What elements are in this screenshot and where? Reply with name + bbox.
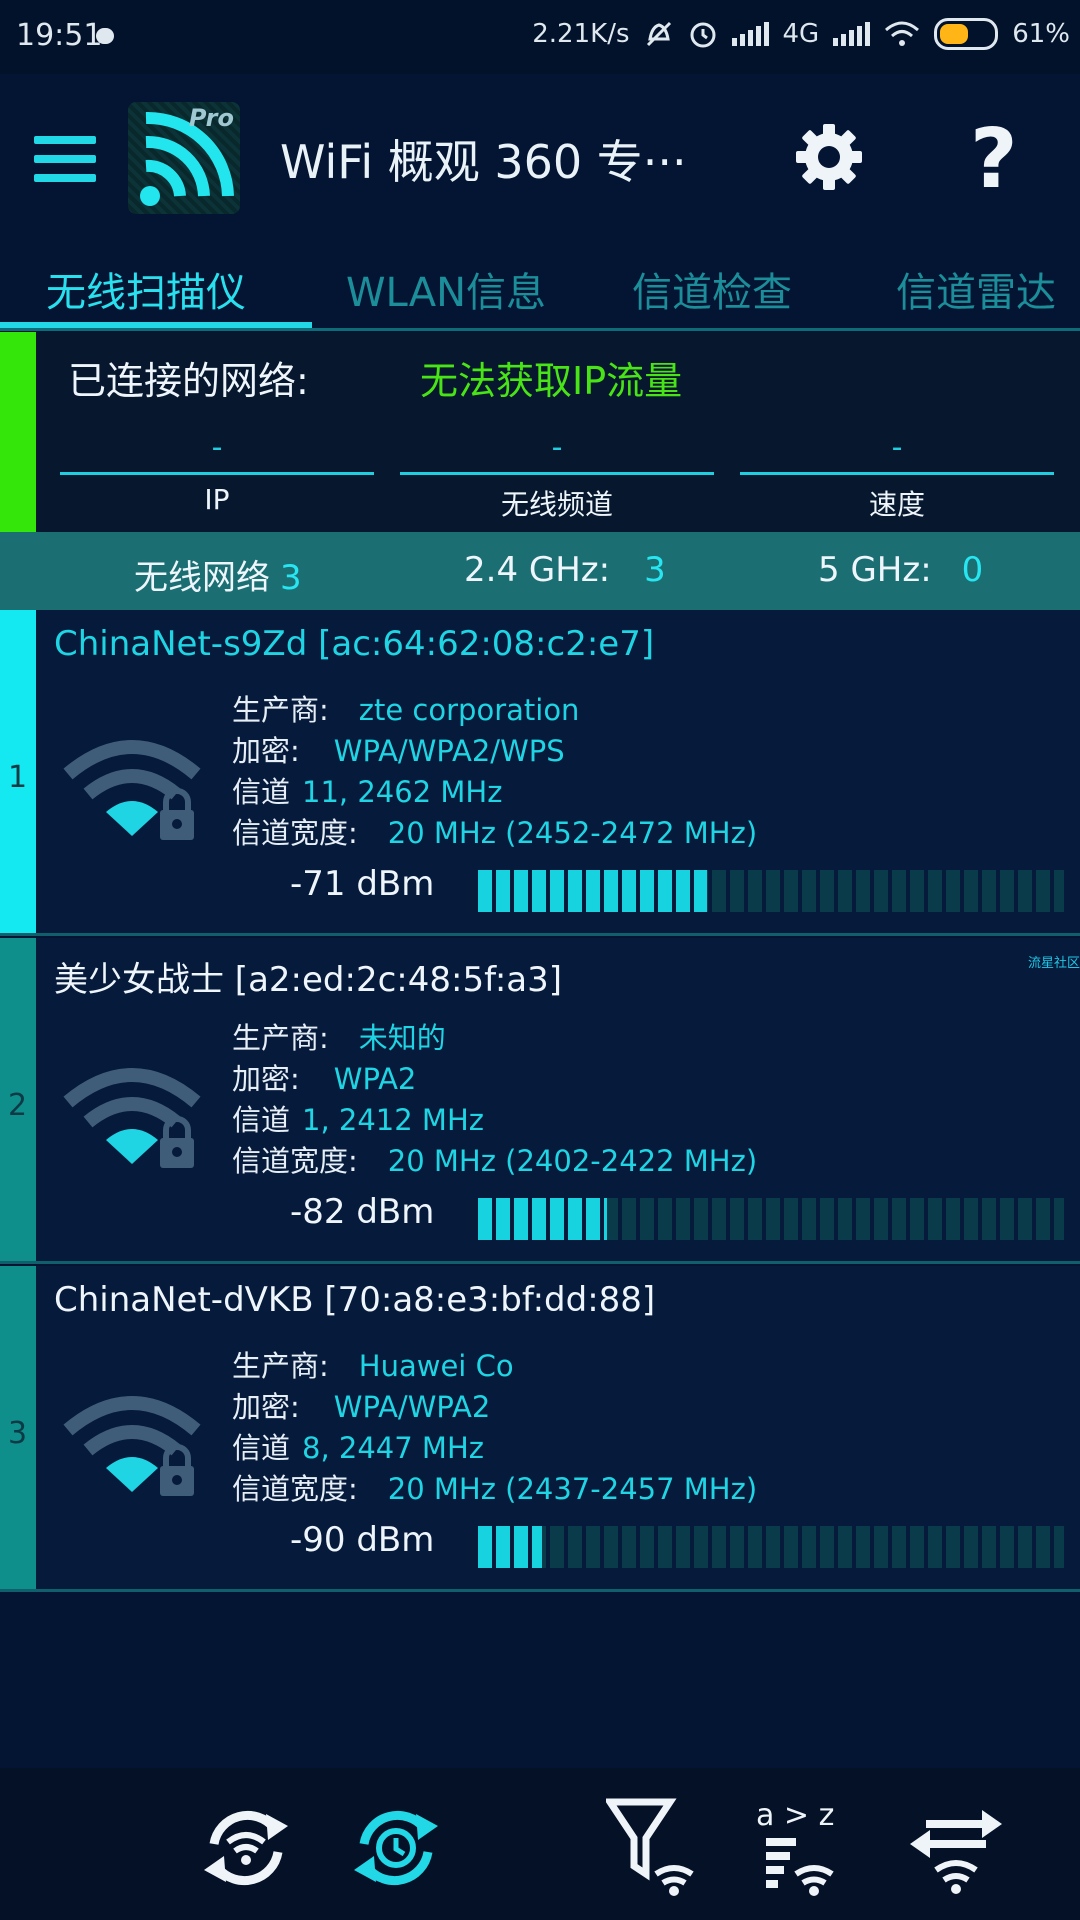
vendor-row: 生产商: 未知的 — [232, 1021, 446, 1055]
channel-label: 无线频道 — [500, 488, 613, 521]
sort-label: a > z — [756, 1798, 835, 1833]
wifi-refresh-icon[interactable] — [196, 1798, 296, 1898]
ip-value: - — [211, 430, 223, 465]
summary-band5: 5 GHz: 0 — [818, 550, 983, 590]
sort-button[interactable]: a > z — [756, 1798, 856, 1898]
wifi-status-icon — [885, 21, 920, 46]
alarm-icon — [690, 22, 715, 48]
connected-label: 已连接的网络: — [68, 359, 309, 403]
network-details: 生产商: Huawei Co 加密: WPA/WPA2 信道 8, 2447 MHz … — [232, 1346, 757, 1510]
width-row: 信道宽度: 20 MHz (2452-2472 MHz) — [232, 816, 758, 850]
summary-band24: 2.4 GHz: 3 — [464, 550, 666, 590]
network-speed: 2.21K/s — [532, 19, 630, 49]
network-rssi: -82 dBm — [290, 1192, 435, 1232]
summary-networks-label: 无线网络 — [134, 558, 270, 598]
menu-icon[interactable] — [34, 136, 96, 182]
network-details: 生产商: 未知的 加密: WPA2 信道 1, 2412 MHz 信道宽度: 20 MH… — [232, 1018, 757, 1182]
vendor-row: 生产商: zte corporation — [232, 693, 580, 727]
tab-scanner[interactable]: 无线扫描仪 — [46, 260, 246, 318]
app-logo: Pro — [128, 102, 240, 214]
wifi-locked-icon — [63, 740, 201, 840]
ip-field: - IP — [60, 430, 374, 516]
battery-percent: 61% — [1012, 19, 1070, 49]
watermark: 流星社区 — [1028, 956, 1080, 971]
tab-divider — [0, 328, 1080, 331]
speed-label: 速度 — [868, 488, 925, 521]
channel-row: 信道 1, 2412 MHz — [232, 1103, 484, 1137]
network-type: 4G — [782, 19, 820, 49]
network-ssid: 美少女战士 [a2:ed:2c:48:5f:a3] — [54, 960, 563, 1000]
status-icons: 2.21K/s 4G 61% — [532, 18, 1070, 50]
channel-row: 信道 11, 2462 MHz — [232, 775, 503, 809]
network-rssi: -71 dBm — [290, 864, 435, 904]
help-button[interactable]: ? — [970, 112, 1018, 207]
signal-bar — [478, 1198, 1064, 1240]
vendor-row: 生产商: Huawei Co — [232, 1349, 514, 1383]
network-rssi: -90 dBm — [290, 1520, 435, 1560]
cell-signal-icon — [731, 22, 769, 46]
encryption-row: 加密: WPA2 — [232, 1062, 417, 1096]
signal-bar-fill — [478, 870, 707, 912]
signal-bar-fill — [478, 1198, 607, 1240]
mute-icon — [646, 21, 671, 47]
network-ssid: ChinaNet-s9Zd [ac:64:62:08:c2:e7] — [54, 624, 655, 664]
timer-refresh-icon[interactable] — [346, 1798, 446, 1898]
network-index: 2 — [8, 1088, 28, 1123]
encryption-row: 加密: WPA/WPA2 — [232, 1390, 491, 1424]
summary-band5-label: 5 GHz: — [818, 550, 932, 590]
tab-wlan-info[interactable]: WLAN信息 — [346, 260, 546, 318]
connected-stripe — [0, 332, 36, 532]
network-details: 生产商: zte corporation 加密: WPA/WPA2/WPS 信道 11… — [232, 690, 757, 854]
signal-bar — [478, 1526, 1064, 1568]
card-divider — [0, 933, 1080, 936]
signal-bar-fill — [478, 1526, 543, 1568]
network-index: 1 — [8, 760, 28, 795]
speed-value: - — [891, 430, 903, 465]
wifi-locked-icon — [63, 1068, 201, 1168]
channel-value: - — [551, 430, 563, 465]
signal-bar — [478, 870, 1064, 912]
card-divider — [0, 1589, 1080, 1592]
network-card[interactable]: 1 ChinaNet-s9Zd [ac:64:62:08:c2:e7] 生产商:… — [0, 610, 1080, 936]
ip-label: IP — [204, 483, 230, 516]
cell-signal-icon-2 — [833, 22, 871, 46]
battery-icon — [934, 18, 999, 50]
status-time: 19:51 — [16, 18, 103, 53]
summary-band5-count: 0 — [961, 550, 984, 590]
channel-row: 信道 8, 2447 MHz — [232, 1431, 484, 1465]
width-row: 信道宽度: 20 MHz (2402-2422 MHz) — [232, 1144, 758, 1178]
network-card[interactable]: 2 美少女战士 [a2:ed:2c:48:5f:a3] 生产商: 未知的 加密: W… — [0, 938, 1080, 1264]
app-title: WiFi 概观 360 专··· — [280, 135, 687, 189]
tab-channel-radar[interactable]: 信道雷达 — [896, 260, 1056, 318]
connected-status: 无法获取IP流量 — [420, 359, 683, 403]
wifi-locked-icon — [63, 1396, 201, 1496]
tab-bar: 无线扫描仪 WLAN信息 信道检查 信道雷达 — [0, 246, 1080, 330]
network-card[interactable]: 3 ChinaNet-dVKB [70:a8:e3:bf:dd:88] 生产商:… — [0, 1266, 1080, 1592]
summary-networks: 无线网络 3 — [134, 550, 302, 599]
speed-field: - 速度 — [740, 430, 1054, 523]
summary-networks-count: 3 — [280, 558, 302, 598]
card-divider — [0, 1261, 1080, 1264]
gear-icon[interactable] — [794, 122, 864, 192]
width-row: 信道宽度: 20 MHz (2437-2457 MHz) — [232, 1472, 758, 1506]
tab-channel-check[interactable]: 信道检查 — [632, 260, 792, 318]
filter-icon[interactable] — [606, 1798, 706, 1898]
logo-badge: Pro — [188, 104, 234, 132]
network-ssid: ChinaNet-dVKB [70:a8:e3:bf:dd:88] — [54, 1280, 656, 1320]
network-index: 3 — [8, 1416, 28, 1451]
encryption-row: 加密: WPA/WPA2/WPS — [232, 734, 565, 768]
summary-band24-count: 3 — [644, 550, 666, 590]
swap-icon[interactable] — [906, 1798, 1006, 1898]
channel-field: - 无线频道 — [400, 430, 714, 523]
message-notification-icon — [96, 28, 114, 44]
sort-icon — [766, 1838, 834, 1896]
summary-band24-label: 2.4 GHz: — [464, 550, 611, 590]
